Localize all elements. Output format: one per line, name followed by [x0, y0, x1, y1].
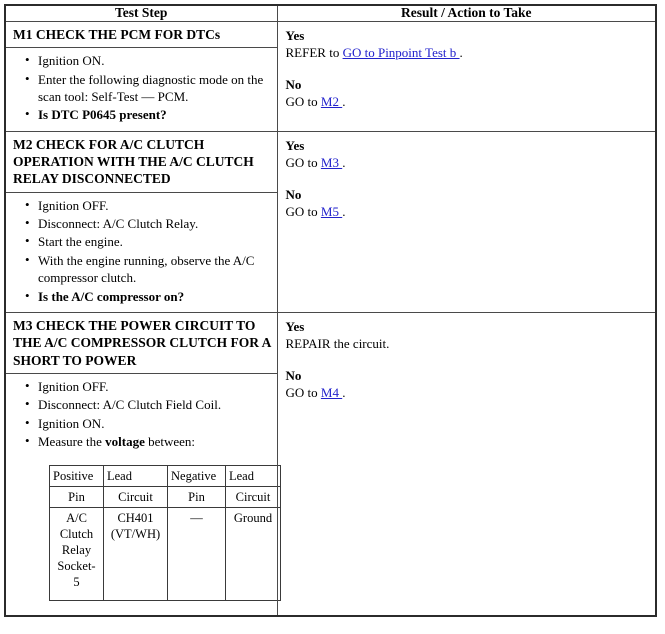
result-body-m2: Yes GO to M3 . No GO to M5 .: [278, 132, 656, 227]
measurement-group-header-row: Positive Lead Negative Lead: [49, 465, 281, 488]
result-yes-action-m3: REPAIR the circuit.: [285, 336, 390, 352]
result-no-suffix-m1: .: [342, 94, 346, 110]
diagnostic-procedure-page: Test Step Result / Action to Take M1 CHE…: [0, 0, 665, 634]
subheader-negative-circuit: Circuit: [225, 486, 281, 509]
group-header-positive: Positive: [49, 465, 104, 488]
step-title-m1: M1 CHECK THE PCM FOR DTCs: [6, 22, 277, 49]
list-item: Start the engine.: [25, 232, 271, 251]
measure-quantity: voltage: [105, 433, 145, 449]
step-cell-m2: M2 CHECK FOR A/C CLUTCH OPERATION WITH T…: [4, 130, 278, 313]
step-list-m1: Ignition ON. Enter the following diagnos…: [12, 51, 271, 125]
result-yes-label-m3: Yes: [285, 318, 305, 334]
result-body-m3: Yes REPAIR the circuit. No GO to M4 .: [278, 313, 656, 408]
step-body-m3: Ignition OFF. Disconnect: A/C Clutch Fie…: [6, 374, 281, 616]
list-item: Ignition ON.: [25, 51, 271, 70]
measurement-table: Positive Lead Negative Lead Pin Circuit …: [49, 465, 281, 602]
result-cell-m1: Yes REFER to GO to Pinpoint Test b . No …: [276, 20, 657, 132]
cell-negative-circuit: Ground: [225, 507, 281, 602]
result-no-suffix-m2: .: [342, 204, 346, 220]
step-list-m3: Ignition OFF. Disconnect: A/C Clutch Fie…: [12, 377, 271, 452]
result-cell-m3: Yes REPAIR the circuit. No GO to M4 .: [276, 311, 657, 617]
result-yes-action-m1: REFER to GO to Pinpoint Test b .: [286, 44, 650, 61]
step-list-m2: Ignition OFF. Disconnect: A/C Clutch Rel…: [12, 196, 271, 306]
result-no-label-m2: No: [285, 187, 302, 203]
cell-line: CH401: [117, 511, 154, 526]
cell-line: Clutch: [59, 527, 94, 542]
list-item: Ignition ON.: [25, 414, 271, 433]
link-step-m5[interactable]: M5: [321, 204, 342, 219]
subheader-positive-pin: Pin: [49, 486, 104, 509]
group-header-negative: Negative: [167, 465, 226, 488]
list-item: Enter the following diagnostic mode on t…: [25, 70, 271, 107]
result-yes-prefix-m1: REFER to: [285, 45, 343, 60]
step-body-m2: Ignition OFF. Disconnect: A/C Clutch Rel…: [6, 193, 277, 312]
subheader-negative-pin: Pin: [167, 486, 226, 509]
link-pinpoint-test-b[interactable]: GO to Pinpoint Test b: [343, 45, 460, 60]
result-no-action-m1: GO to M2 .: [286, 93, 650, 110]
cell-line: A/C: [66, 511, 87, 526]
result-no-action-m3: GO to M4 .: [286, 384, 650, 401]
list-item: Is DTC P0645 present?: [25, 105, 271, 124]
link-step-m2[interactable]: M2: [321, 94, 342, 109]
result-yes-suffix-m2: .: [342, 154, 346, 170]
table-row-step-m1: M1 CHECK THE PCM FOR DTCs Ignition ON. E…: [4, 20, 657, 132]
step-cell-m1: M1 CHECK THE PCM FOR DTCs Ignition ON. E…: [4, 20, 278, 132]
group-header-positive-lead: Lead: [103, 465, 168, 488]
measure-prefix: Measure the: [38, 433, 106, 449]
list-item-question: Is the A/C compressor on?: [38, 288, 185, 304]
result-cell-m2: Yes GO to M3 . No GO to M5 .: [276, 130, 657, 313]
step-cell-m3: M3 CHECK THE POWER CIRCUIT TO THE A/C CO…: [4, 311, 281, 617]
result-yes-label-m2: Yes: [285, 137, 305, 153]
list-item: Is the A/C compressor on?: [25, 287, 271, 306]
result-body-m1: Yes REFER to GO to Pinpoint Test b . No …: [278, 22, 656, 117]
result-no-label-m1: No: [285, 77, 302, 93]
list-item: With the engine running, observe the A/C…: [25, 251, 271, 288]
cell-line: Socket-: [57, 559, 96, 574]
list-item: Ignition OFF.: [25, 377, 271, 396]
list-item-question: Is DTC P0645 present?: [38, 107, 167, 123]
group-header-negative-lead: Lead: [225, 465, 281, 488]
table-header-row: Test Step Result / Action to Take: [4, 4, 657, 22]
measurement-subheader-row: Pin Circuit Pin Circuit: [49, 486, 281, 509]
result-spacer: [286, 352, 650, 367]
measurement-table-wrap: Positive Lead Negative Lead Pin Circuit …: [12, 451, 281, 609]
result-no-prefix-m2: GO to: [285, 204, 321, 220]
column-header-result-action: Result / Action to Take: [276, 4, 657, 22]
result-yes-action-m2: GO to M3 .: [286, 154, 650, 171]
column-header-test-step: Test Step: [4, 4, 278, 22]
list-item: Disconnect: A/C Clutch Field Coil.: [25, 395, 271, 414]
measurement-data-row: A/C Clutch Relay Socket- 5 CH401 (VT/WH)…: [49, 507, 281, 602]
link-step-m4[interactable]: M4: [321, 385, 342, 400]
table-row-step-m2: M2 CHECK FOR A/C CLUTCH OPERATION WITH T…: [4, 130, 657, 313]
cell-line: 5: [73, 575, 80, 590]
result-yes-suffix-m1: .: [459, 45, 463, 60]
result-no-prefix-m3: GO to: [285, 385, 321, 401]
result-no-prefix-m1: GO to: [285, 94, 321, 110]
cell-line: Relay: [61, 543, 92, 558]
step-title-m3: M3 CHECK THE POWER CIRCUIT TO THE A/C CO…: [6, 313, 277, 374]
cell-line: (VT/WH): [110, 527, 161, 542]
list-item-measure: Measure the voltage between:: [25, 432, 271, 451]
result-no-suffix-m3: .: [342, 385, 346, 401]
step-title-m2: M2 CHECK FOR A/C CLUTCH OPERATION WITH T…: [6, 132, 277, 193]
result-yes-label-m1: Yes: [285, 27, 305, 43]
link-step-m3[interactable]: M3: [321, 155, 342, 170]
cell-positive-circuit: CH401 (VT/WH): [103, 507, 168, 602]
result-no-action-m2: GO to M5 .: [286, 203, 650, 220]
list-item: Ignition OFF.: [25, 196, 271, 215]
result-yes-prefix-m2: GO to: [285, 154, 321, 170]
result-spacer: [286, 61, 650, 76]
pinpoint-test-table: Test Step Result / Action to Take M1 CHE…: [4, 4, 657, 618]
step-body-m1: Ignition ON. Enter the following diagnos…: [6, 48, 277, 131]
result-no-label-m3: No: [285, 368, 302, 384]
list-item: Disconnect: A/C Clutch Relay.: [25, 214, 271, 233]
cell-negative-pin: —: [167, 507, 226, 602]
table-row-step-m3: M3 CHECK THE POWER CIRCUIT TO THE A/C CO…: [4, 311, 657, 617]
subheader-positive-circuit: Circuit: [103, 486, 168, 509]
cell-positive-pin: A/C Clutch Relay Socket- 5: [49, 507, 104, 602]
result-spacer: [286, 171, 650, 186]
measure-suffix: between:: [144, 433, 196, 449]
